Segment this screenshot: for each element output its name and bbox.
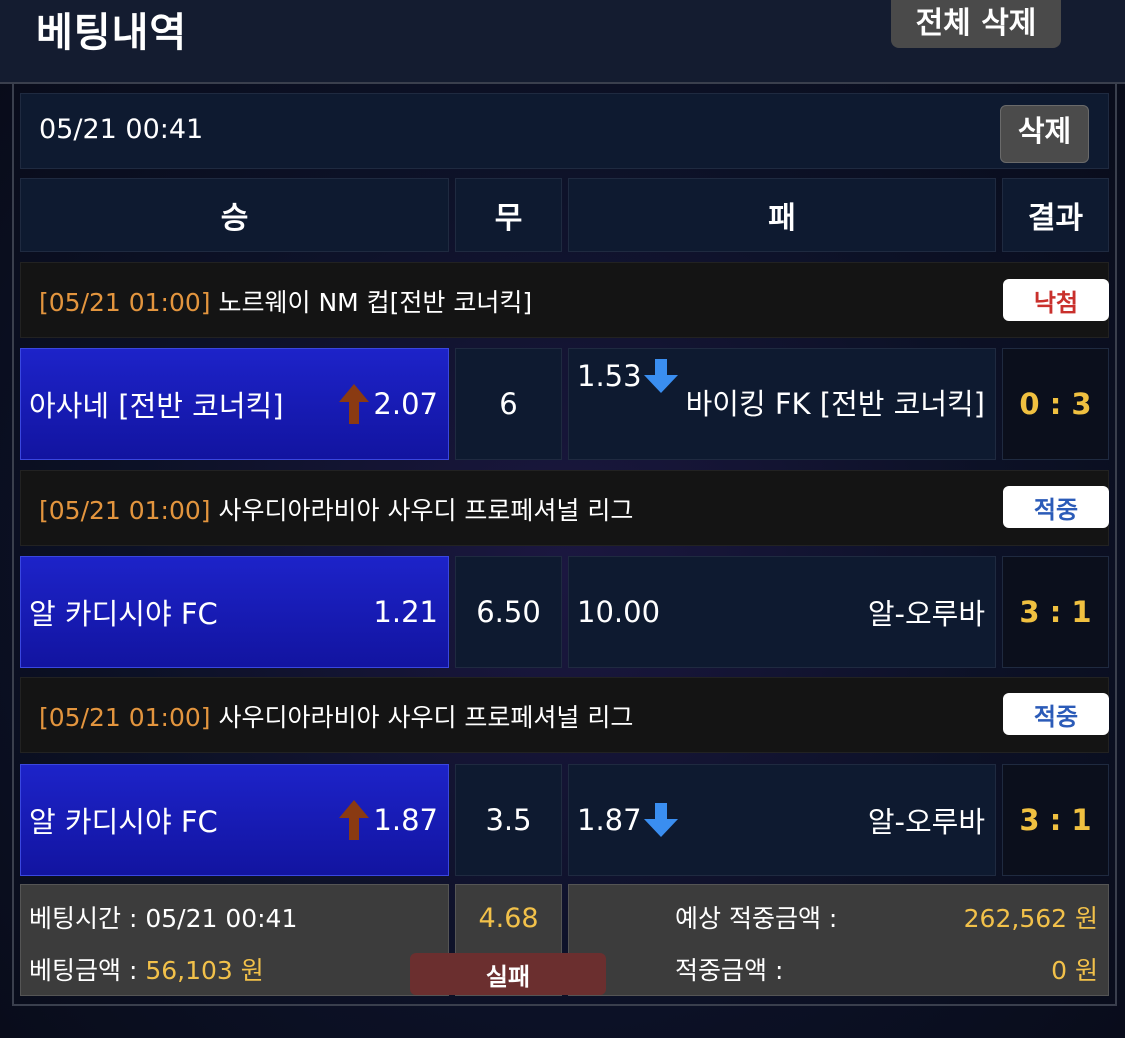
- home-team-cell[interactable]: 아사네 [전반 코너킥] 2.07: [20, 348, 449, 460]
- league-text: [05/21 01:00] 사우디아라비아 사우디 프로페셔널 리그: [39, 698, 633, 734]
- delete-bet-button[interactable]: 삭제: [1000, 105, 1089, 163]
- away-odds: 1.53: [577, 359, 642, 393]
- league-row: [05/21 01:00] 사우디아라비아 사우디 프로페셔널 리그 적중: [20, 677, 1109, 753]
- away-odds-wrap: 1.87: [577, 765, 678, 875]
- draw-cell[interactable]: 3.5: [455, 764, 562, 876]
- away-team-cell[interactable]: 1.53 바이킹 FK [전반 코너킥]: [568, 348, 996, 460]
- won-amount-value: 0 원: [1051, 956, 1098, 985]
- home-team-name: 아사네 [전반 코너킥]: [29, 389, 284, 423]
- away-team-name: 알-오루바: [867, 597, 985, 631]
- summary-right: 예상 적중금액 : 262,562 원 적중금액 : 0 원: [568, 884, 1109, 996]
- outcome-badge: 실패: [410, 953, 606, 995]
- home-odds-wrap: 1.87: [339, 765, 438, 875]
- away-team-name: 알-오루바: [867, 805, 985, 839]
- league-name: 사우디아라비아 사우디 프로페셔널 리그: [218, 496, 634, 525]
- away-team-cell[interactable]: 1.87 알-오루바: [568, 764, 996, 876]
- match-score: 3 : 1: [1002, 556, 1109, 668]
- home-odds-wrap: 2.07: [339, 349, 438, 459]
- arrow-up-icon: [339, 800, 370, 840]
- league-name: 사우디아라비아 사우디 프로페셔널 리그: [218, 703, 634, 732]
- league-text: [05/21 01:00] 노르웨이 NM 컵[전반 코너킥]: [39, 283, 532, 319]
- status-badge: 낙첨: [1003, 279, 1109, 321]
- away-odds: 10.00: [577, 595, 661, 629]
- bet-amount-value: 56,103 원: [145, 956, 264, 985]
- bet-history-page: 베팅내역 전체 삭제 05/21 00:41 삭제 승 무 패 결과 [05/2…: [0, 0, 1125, 1038]
- column-header-lose: 패: [568, 178, 996, 252]
- match-score: 0 : 3: [1002, 348, 1109, 460]
- draw-odds: 3.5: [485, 803, 532, 837]
- match-score: 3 : 1: [1002, 764, 1109, 876]
- arrow-down-icon: [643, 803, 678, 837]
- column-header-draw: 무: [455, 178, 562, 252]
- bet-time-label: 베팅시간 :: [29, 904, 138, 933]
- league-text: [05/21 01:00] 사우디아라비아 사우디 프로페셔널 리그: [39, 491, 633, 527]
- status-badge: 적중: [1003, 693, 1109, 735]
- league-time: [05/21 01:00]: [39, 703, 211, 732]
- home-odds: 1.21: [373, 595, 438, 629]
- draw-cell[interactable]: 6.50: [455, 556, 562, 668]
- draw-cell[interactable]: 6: [455, 348, 562, 460]
- away-team-name: 바이킹 FK [전반 코너킥]: [685, 387, 985, 421]
- home-team-cell[interactable]: 알 카디시야 FC 1.21: [20, 556, 449, 668]
- bet-timestamp: 05/21 00:41: [39, 114, 204, 145]
- draw-odds: 6: [499, 387, 518, 421]
- home-team-name: 알 카디시야 FC: [29, 805, 218, 839]
- bet-time-row: 베팅시간 : 05/21 00:41: [29, 899, 297, 935]
- away-odds: 1.87: [577, 803, 642, 837]
- column-header-result: 결과: [1002, 178, 1109, 252]
- home-odds: 1.87: [373, 803, 438, 837]
- column-header-win: 승: [20, 178, 449, 252]
- draw-odds: 6.50: [476, 595, 541, 629]
- league-name: 노르웨이 NM 컵[전반 코너킥]: [218, 288, 533, 317]
- home-odds: 2.07: [373, 387, 438, 421]
- league-time: [05/21 01:00]: [39, 288, 211, 317]
- away-odds-wrap: 1.53: [577, 349, 678, 459]
- bet-time-value: 05/21 00:41: [145, 904, 298, 933]
- bet-amount-label: 베팅금액 :: [29, 956, 138, 985]
- home-team-cell[interactable]: 알 카디시야 FC 1.87: [20, 764, 449, 876]
- league-row: [05/21 01:00] 사우디아라비아 사우디 프로페셔널 리그 적중: [20, 470, 1109, 546]
- league-time: [05/21 01:00]: [39, 496, 211, 525]
- page-title: 베팅내역: [36, 10, 188, 56]
- home-team-name: 알 카디시야 FC: [29, 597, 218, 631]
- league-row: [05/21 01:00] 노르웨이 NM 컵[전반 코너킥] 낙첨: [20, 262, 1109, 338]
- expected-win-amount: 262,562 원: [963, 904, 1098, 933]
- page-header: 베팅내역 전체 삭제: [0, 0, 1125, 84]
- delete-all-button[interactable]: 전체 삭제: [891, 0, 1061, 48]
- won-amount-label: 적중금액 :: [675, 956, 784, 985]
- status-badge: 적중: [1003, 486, 1109, 528]
- bet-amount-row: 베팅금액 : 56,103 원: [29, 951, 264, 987]
- arrow-down-icon: [643, 359, 678, 393]
- arrow-up-icon: [339, 384, 370, 424]
- summary-left: 베팅시간 : 05/21 00:41 베팅금액 : 56,103 원: [20, 884, 449, 996]
- total-odds: 4.68: [478, 903, 539, 934]
- away-team-cell[interactable]: 10.00 알-오루바: [568, 556, 996, 668]
- expected-win-label: 예상 적중금액 :: [675, 904, 838, 933]
- bet-header: 05/21 00:41 삭제: [20, 93, 1109, 169]
